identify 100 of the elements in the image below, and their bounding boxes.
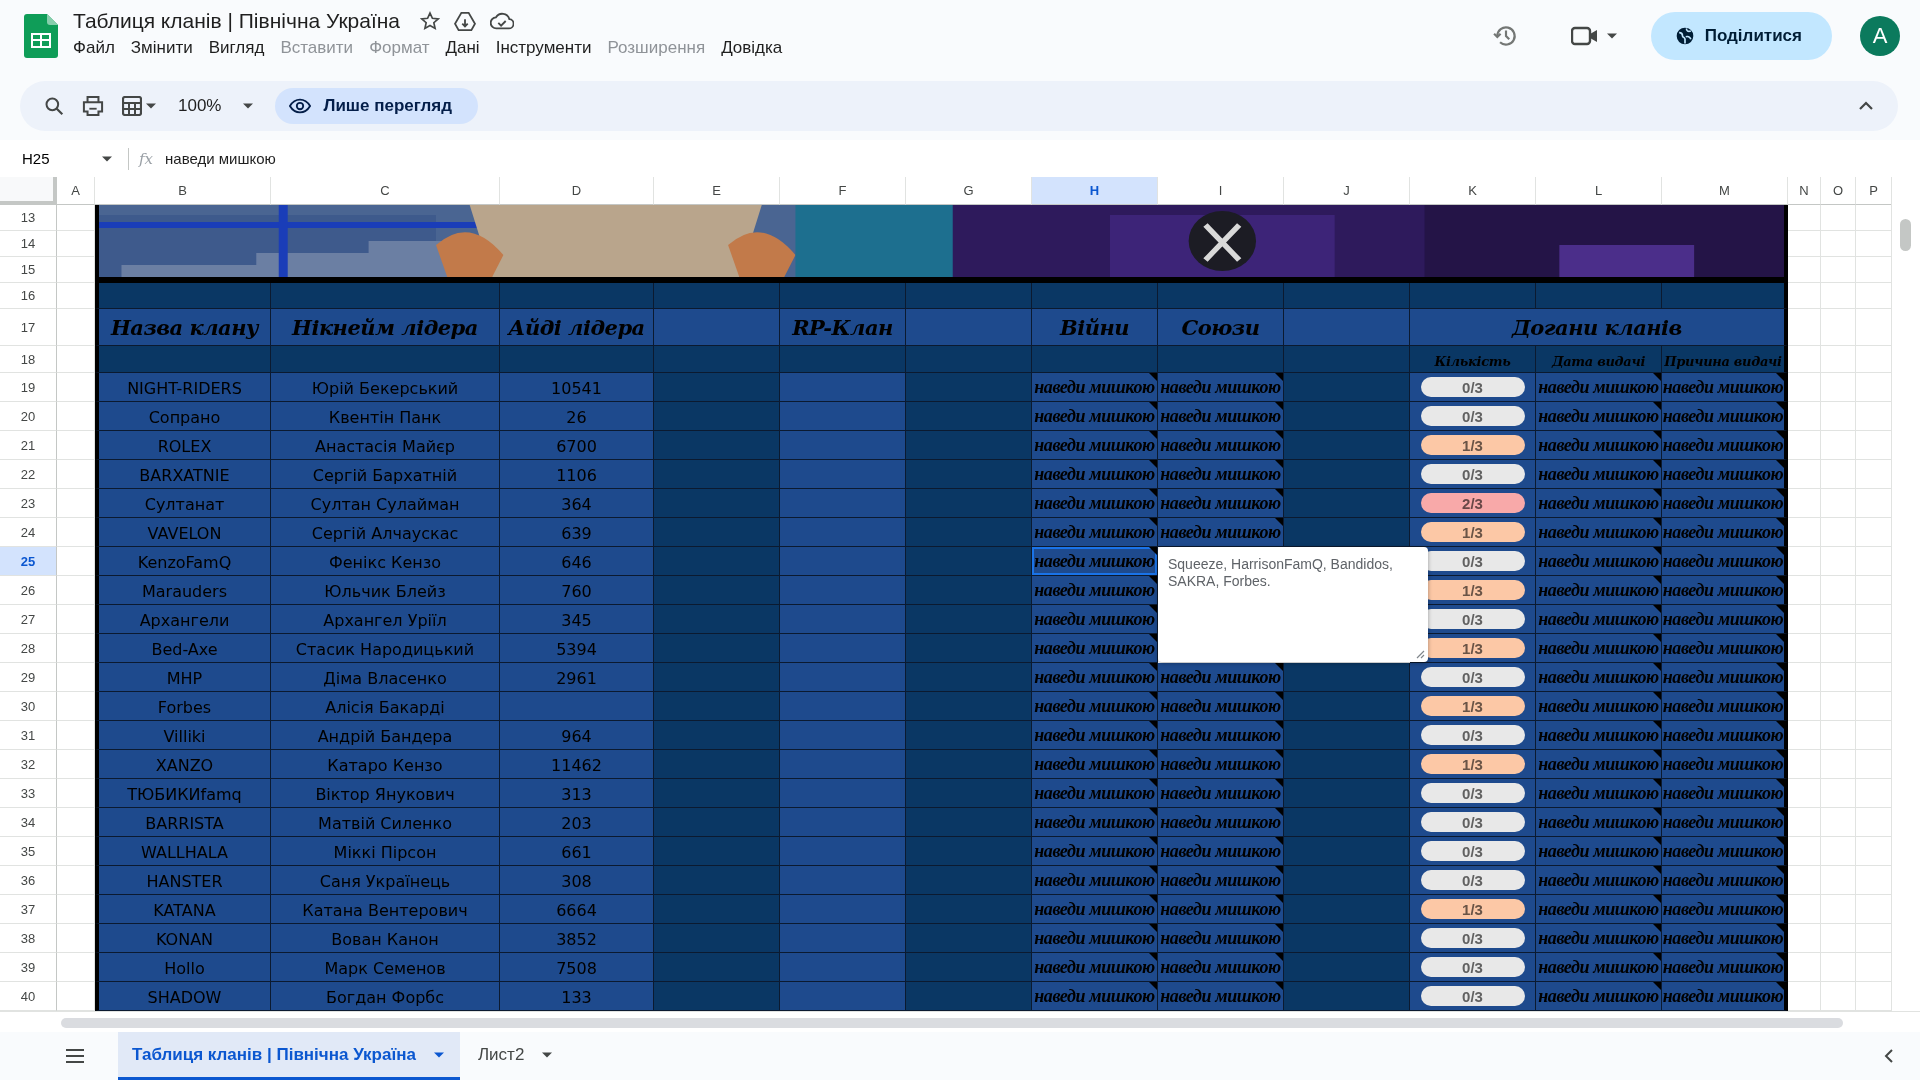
row-header[interactable]: 38 (0, 924, 57, 953)
warning-count-badge: 1/3 (1420, 435, 1525, 455)
zoom-dropdown[interactable]: 100% (174, 96, 258, 116)
column-subheading: Дата видачі (1536, 346, 1662, 373)
table-cell: наведи мишкою (1536, 576, 1662, 605)
function-label: fx (139, 149, 153, 168)
column-header[interactable]: G (906, 177, 1032, 205)
table-cell: наведи мишкою (1032, 663, 1158, 692)
column-header[interactable]: D (500, 177, 654, 205)
table-cell: наведи мишкою (1536, 373, 1662, 402)
table-cell: наведи мишкою (1662, 721, 1788, 750)
row-header[interactable]: 26 (0, 576, 57, 605)
table-cell: наведи мишкою (1158, 460, 1284, 489)
row-header[interactable]: 39 (0, 953, 57, 982)
row-header[interactable]: 18 (0, 346, 57, 373)
user-avatar[interactable]: A (1860, 16, 1900, 56)
table-cell: наведи мишкою (1158, 402, 1284, 431)
column-header[interactable]: H (1032, 177, 1158, 205)
row-header[interactable]: 15 (0, 257, 57, 283)
row-header[interactable]: 34 (0, 808, 57, 837)
table-cell: наведи мишкою (1158, 663, 1284, 692)
formula-value[interactable]: наведи мишкою (165, 150, 276, 167)
table-cell: Фенікс Кензо (271, 547, 500, 576)
menu-item[interactable]: Змінити (122, 35, 201, 60)
column-header[interactable]: M (1662, 177, 1788, 205)
table-cell: Marauders (95, 576, 271, 605)
table-cell: наведи мишкою (1536, 431, 1662, 460)
table-cell: 964 (500, 721, 654, 750)
row-header[interactable]: 27 (0, 605, 57, 634)
table-cell: наведи мишкою (1032, 750, 1158, 779)
table-cell: наведи мишкою (1662, 431, 1788, 460)
table-cell: наведи мишкою (1662, 982, 1788, 1011)
row-header[interactable]: 40 (0, 982, 57, 1011)
table-cell: 2961 (500, 663, 654, 692)
table-cell: MHP (95, 663, 271, 692)
column-header[interactable]: C (271, 177, 500, 205)
table-cell: Андрій Бандера (271, 721, 500, 750)
column-header[interactable]: E (654, 177, 780, 205)
column-heading: Нікнейм лідера (271, 309, 500, 346)
row-header[interactable]: 17 (0, 309, 57, 346)
table-cell: наведи мишкою (1662, 605, 1788, 634)
table-cell: наведи мишкою (1032, 518, 1158, 547)
menu-item[interactable]: Інструменти (487, 35, 600, 60)
menu-item[interactable]: Файл (65, 35, 123, 60)
row-header[interactable]: 14 (0, 231, 57, 257)
view-only-button[interactable]: Лише перегляд (275, 88, 478, 124)
row-header[interactable]: 22 (0, 460, 57, 489)
row-header[interactable]: 29 (0, 663, 57, 692)
table-cell: наведи мишкою (1536, 547, 1662, 576)
row-header[interactable]: 19 (0, 373, 57, 402)
row-header[interactable]: 33 (0, 779, 57, 808)
document-title[interactable]: Таблиця кланів | Північна Україна (73, 8, 401, 33)
row-header[interactable]: 21 (0, 431, 57, 460)
table-cell: наведи мишкою (1536, 953, 1662, 982)
table-cell: наведи мишкою (1158, 489, 1284, 518)
table-cell: Султанат (95, 489, 271, 518)
row-header[interactable]: 35 (0, 837, 57, 866)
table-cell: Hollo (95, 953, 271, 982)
table-cell: KATANA (95, 895, 271, 924)
table-cell: наведи мишкою (1662, 576, 1788, 605)
column-header[interactable]: J (1284, 177, 1410, 205)
table-cell: Villiki (95, 721, 271, 750)
table-cell: наведи мишкою (1158, 750, 1284, 779)
row-header[interactable]: 23 (0, 489, 57, 518)
row-header[interactable]: 13 (0, 205, 57, 231)
table-cell: Квентін Панк (271, 402, 500, 431)
table-cell: наведи мишкою (1032, 605, 1158, 634)
table-cell: наведи мишкою (1158, 779, 1284, 808)
menu-item[interactable]: Вигляд (200, 35, 273, 60)
table-cell: наведи мишкою (1662, 663, 1788, 692)
column-header[interactable]: F (780, 177, 906, 205)
column-header[interactable]: O (1821, 177, 1856, 205)
share-button[interactable]: Поділитися (1650, 12, 1832, 60)
row-header[interactable]: 24 (0, 518, 57, 547)
column-header[interactable]: A (57, 177, 95, 205)
sheet-tab[interactable]: Таблиця кланів | Північна Україна (118, 1032, 460, 1080)
table-cell: WALLHALA (95, 837, 271, 866)
column-header[interactable]: K (1410, 177, 1536, 205)
sheet-tab[interactable]: Лист2 (463, 1032, 569, 1080)
column-header[interactable]: N (1788, 177, 1821, 205)
row-header[interactable]: 16 (0, 283, 57, 309)
warning-count-badge: 0/3 (1420, 957, 1525, 977)
column-header[interactable]: I (1158, 177, 1284, 205)
row-header[interactable]: 37 (0, 895, 57, 924)
row-header[interactable]: 31 (0, 721, 57, 750)
name-box[interactable]: H25 (16, 149, 120, 168)
table-cell: наведи мишкою (1158, 431, 1284, 460)
row-header[interactable]: 30 (0, 692, 57, 721)
row-header[interactable]: 28 (0, 634, 57, 663)
row-header[interactable]: 32 (0, 750, 57, 779)
row-header[interactable]: 36 (0, 866, 57, 895)
column-header[interactable]: B (95, 177, 271, 205)
row-header[interactable]: 25 (0, 547, 57, 576)
menu-item[interactable]: Довідка (713, 35, 791, 60)
menu-item[interactable]: Дані (437, 35, 488, 60)
row-header[interactable]: 20 (0, 402, 57, 431)
table-cell: KONAN (95, 924, 271, 953)
table-cell: наведи мишкою (1032, 866, 1158, 895)
column-header[interactable]: L (1536, 177, 1662, 205)
table-cell: наведи мишкою (1536, 837, 1662, 866)
